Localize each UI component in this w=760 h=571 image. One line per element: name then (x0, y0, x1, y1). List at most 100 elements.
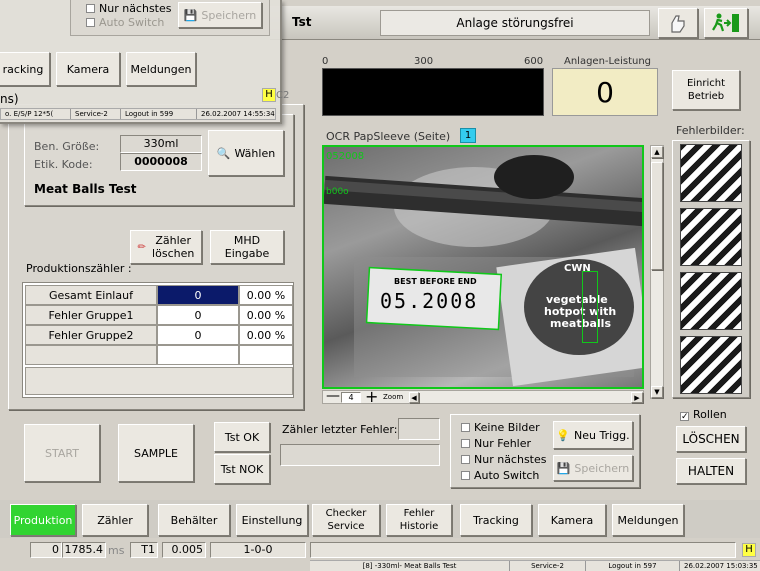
option-auto-switch[interactable]: Auto Switch (461, 469, 539, 482)
options-panel: Keine Bilder Nur Fehler Nur nächstes Aut… (450, 414, 640, 488)
zoom-value[interactable]: 4 (341, 392, 361, 403)
option-nur-naechstes[interactable]: Nur nächstes (461, 453, 547, 466)
tab-bar: Produktion Zähler Behälter Einstellung C… (0, 500, 760, 538)
ghost-tab-meldungen[interactable]: Meldungen (126, 52, 196, 86)
camera-number-badge[interactable]: 1 (460, 128, 476, 143)
counter-count-empty (157, 345, 239, 365)
eraser-icon: ✏ (137, 241, 147, 253)
performance-value-box: 0 (552, 68, 658, 116)
counter-count-3: 0 (157, 325, 239, 345)
ghost-window: Nur nächstes Auto Switch 💾 Speichern rac… (0, 0, 289, 124)
size-value: 330ml (120, 135, 202, 153)
save-button[interactable]: 💾 Speichern (553, 455, 633, 481)
scale-label-600: 600 (524, 56, 544, 67)
counter-name-1: Gesamt Einlauf (25, 285, 157, 305)
tab-zaehler[interactable]: Zähler (82, 504, 148, 536)
status-v3: 0.005 (162, 542, 206, 558)
nur-fehler-checkbox[interactable] (461, 439, 470, 448)
ghost-auto-switch[interactable]: Auto Switch (86, 16, 164, 29)
option-keine-bilder[interactable]: Keine Bilder (461, 421, 540, 434)
auto-switch-checkbox[interactable] (461, 471, 470, 480)
tab-tracking[interactable]: Tracking (460, 504, 532, 536)
option-nur-fehler[interactable]: Nur Fehler (461, 437, 531, 450)
scroll-down-arrow[interactable]: ▼ (651, 386, 663, 398)
scroll-thumb[interactable] (651, 162, 663, 270)
size-label: Ben. Größe: (34, 140, 100, 153)
tab-behaelter[interactable]: Behälter (158, 504, 230, 536)
last-error-detail (280, 444, 440, 466)
ocr-region-box (582, 271, 598, 343)
status-v1: 0 (30, 542, 62, 558)
start-button[interactable]: START (24, 424, 100, 482)
rollen-checkbox[interactable] (680, 412, 689, 421)
test-nok-button[interactable]: Tst NOK (214, 454, 270, 484)
status-logout: Logout in 597 (586, 561, 680, 571)
reset-counter-label: Zähler löschen (152, 234, 195, 260)
exit-runner-icon (712, 13, 739, 32)
counter-count-2: 0 (157, 305, 239, 325)
tab-kamera[interactable]: Kamera (538, 504, 606, 536)
keine-bilder-checkbox[interactable] (461, 423, 470, 432)
einricht-betrieb-button[interactable]: Einricht Betrieb (672, 70, 740, 110)
choose-product-button[interactable]: 🔍 Wählen (208, 130, 284, 176)
tab-einstellung[interactable]: Einstellung (236, 504, 308, 536)
exit-button[interactable] (704, 8, 748, 38)
ghost-status-d: 26.02.2007 14:55:34 (201, 110, 275, 118)
error-thumbnail-1[interactable] (680, 144, 742, 202)
code-label: Etik. Kode: (34, 158, 93, 171)
sample-button[interactable]: SAMPLE (118, 424, 194, 482)
loeschen-button[interactable]: LÖSCHEN (676, 426, 746, 452)
halten-button[interactable]: HALTEN (676, 458, 746, 484)
ghost-h-indicator: H (262, 88, 276, 102)
status-message (310, 542, 736, 558)
ghost-c2: C2 (276, 90, 290, 101)
zoom-right-arrow[interactable]: ▶ (631, 392, 643, 403)
keine-bilder-label: Keine Bilder (474, 421, 540, 434)
ghost-status-a: o. E/S/P 12*5( (1, 109, 71, 119)
status-line: [8] -330ml- Meat Balls Test Service-2 Lo… (310, 560, 760, 571)
neu-trigg-button[interactable]: 💡 Neu Trigg. (553, 421, 633, 449)
ghost-auto-switch-checkbox[interactable] (86, 18, 95, 27)
zoom-plus-button[interactable]: + (365, 387, 378, 406)
label-line3: meatballs (550, 317, 611, 330)
tab-meldungen[interactable]: Meldungen (612, 504, 684, 536)
tab-produktion[interactable]: Produktion (10, 504, 76, 536)
mhd-input-button[interactable]: MHD Eingabe (210, 230, 284, 264)
fehlerbilder-label: Fehlerbilder: (676, 124, 745, 137)
counter-count-1: 0 (157, 285, 239, 305)
camera-scene (324, 155, 642, 387)
tab-checker-service[interactable]: Checker Service (312, 504, 380, 536)
ghost-status-line: o. E/S/P 12*5( Service-2 Logout in 599 2… (0, 108, 276, 120)
rollen-option[interactable]: Rollen (680, 408, 727, 421)
ghost-tab-kamera[interactable]: Kamera (56, 52, 120, 86)
nur-naechstes-label: Nur nächstes (474, 453, 547, 466)
camera-vscrollbar[interactable]: ▲ ▼ (650, 145, 664, 399)
stamp-line2: 05.2008 (380, 289, 479, 313)
ghost-nur-naechstes-checkbox[interactable] (86, 4, 95, 13)
error-thumbnail-3[interactable] (680, 272, 742, 330)
error-thumbnail-4[interactable] (680, 336, 742, 394)
nur-naechstes-checkbox[interactable] (461, 455, 470, 464)
ghost-nur-naechstes-label: Nur nächstes (99, 2, 172, 15)
scale-label-300: 300 (414, 56, 434, 67)
test-ok-button[interactable]: Tst OK (214, 422, 270, 452)
zoom-slider-thumb[interactable]: ◀ (409, 392, 419, 403)
error-thumbnail-2[interactable] (680, 208, 742, 266)
tab-fehler-historie[interactable]: Fehler Historie (386, 504, 452, 536)
stamp-line1: BEST BEFORE END (394, 277, 477, 286)
counter-name-3: Fehler Gruppe2 (25, 325, 157, 345)
performance-label: Anlagen-Leistung (564, 56, 652, 67)
ghost-tab-tracking[interactable]: racking (0, 52, 50, 86)
counter-table: Gesamt Einlauf 0 0.00 % Fehler Gruppe1 0… (22, 282, 294, 398)
ghost-nur-naechstes[interactable]: Nur nächstes (86, 2, 172, 15)
camera-image: 052008 b00o BEST BEFORE END 05.2008 CWN … (322, 145, 644, 389)
floppy-icon: 💾 (556, 461, 571, 475)
zoom-minus-button[interactable]: — (326, 388, 340, 404)
reset-counter-button[interactable]: ✏ Zähler löschen (130, 230, 202, 264)
ghost-status-b: Service-2 (71, 109, 121, 119)
help-button[interactable] (658, 8, 698, 38)
nur-fehler-label: Nur Fehler (474, 437, 532, 450)
magnifier-icon: 🔍 (216, 146, 231, 160)
scroll-up-arrow[interactable]: ▲ (651, 146, 663, 158)
ghost-save-button[interactable]: 💾 Speichern (178, 2, 262, 28)
